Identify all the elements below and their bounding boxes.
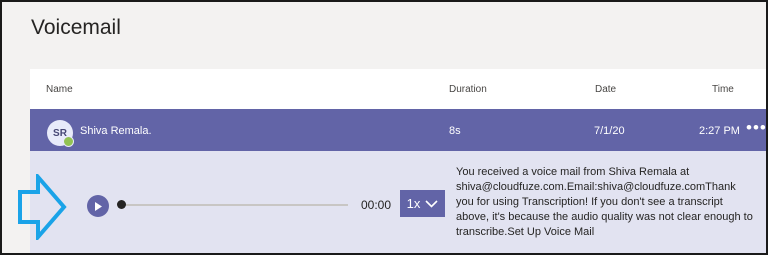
- play-button[interactable]: [87, 195, 109, 217]
- voicemail-details: 00:00 1x You received a voice mail from …: [30, 151, 766, 253]
- column-header-name[interactable]: Name: [46, 84, 73, 95]
- caller-name: Shiva Remala.: [80, 125, 152, 137]
- page-title: Voicemail: [31, 16, 121, 39]
- playback-time: 00:00: [361, 198, 392, 212]
- playback-scrubber[interactable]: [117, 200, 126, 209]
- column-header-time[interactable]: Time: [712, 84, 734, 95]
- speed-label: 1x: [406, 196, 421, 211]
- voicemail-transcript: You received a voice mail from Shiva Rem…: [456, 166, 753, 238]
- more-options-icon[interactable]: •••: [746, 118, 766, 138]
- column-header-date[interactable]: Date: [595, 84, 616, 95]
- playback-speed-button[interactable]: 1x: [400, 190, 445, 217]
- chevron-down-icon: [425, 199, 438, 208]
- voicemail-window: Voicemail Name Duration Date Time SR Shi…: [0, 0, 768, 255]
- play-icon: [95, 201, 102, 211]
- column-header-duration[interactable]: Duration: [449, 84, 487, 95]
- presence-status-icon: [63, 136, 74, 147]
- arrow-annotation-icon: [18, 174, 67, 240]
- voicemail-date: 7/1/20: [594, 125, 625, 137]
- voicemail-duration: 8s: [449, 125, 461, 137]
- voicemail-time: 2:27 PM: [699, 125, 740, 137]
- voicemail-row[interactable]: SR Shiva Remala. 8s 7/1/20 2:27 PM •••: [30, 109, 766, 151]
- playback-track[interactable]: [119, 204, 348, 206]
- voicemail-list: Name Duration Date Time SR Shiva Remala.…: [30, 69, 766, 253]
